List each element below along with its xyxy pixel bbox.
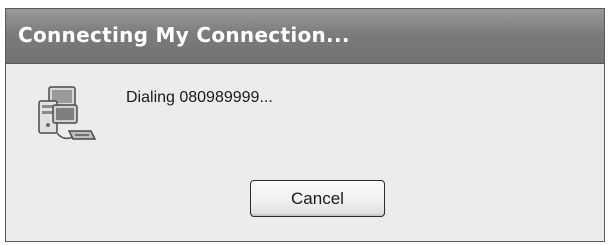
connecting-dialog: Connecting My Connection... Dialing 0809… (5, 8, 605, 242)
network-connection-icon (38, 86, 97, 140)
dialing-status-text: Dialing 080989999... (126, 89, 273, 106)
title-bar[interactable]: Connecting My Connection... (6, 9, 604, 64)
dialog-title: Connecting My Connection... (18, 23, 350, 47)
cancel-button[interactable]: Cancel (250, 180, 385, 217)
